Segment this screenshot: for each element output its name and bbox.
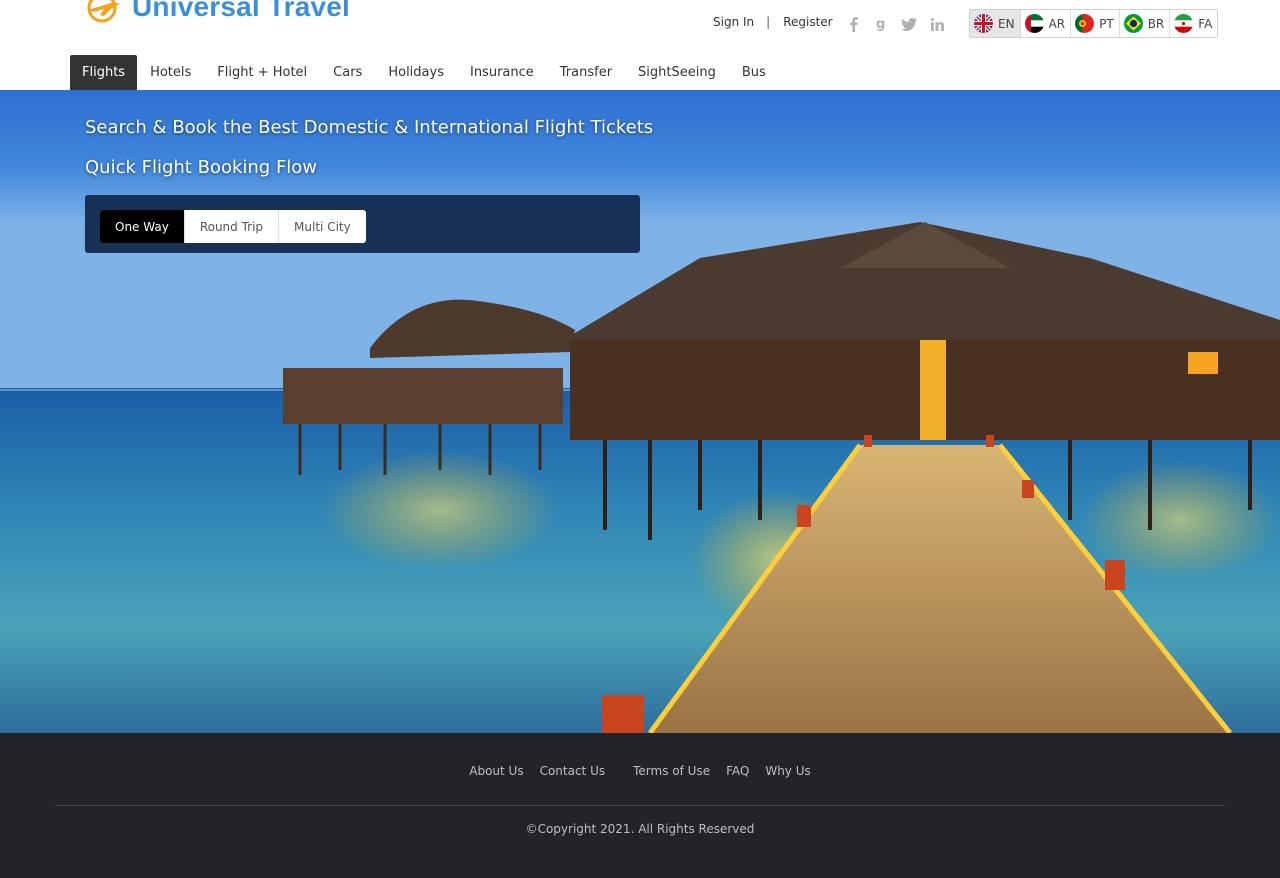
hero-banner: Search & Book the Best Domestic & Intern… (0, 90, 1280, 733)
language-option-fa[interactable]: FA (1170, 10, 1217, 37)
language-option-br[interactable]: BR (1120, 10, 1171, 37)
register-link[interactable]: Register (783, 15, 832, 29)
footer-links: About Us Contact Us Terms of Use FAQ Why… (0, 764, 1280, 778)
nav-item-hotels[interactable]: Hotels (137, 55, 204, 90)
language-code: BR (1147, 16, 1165, 31)
hero-title: Search & Book the Best Domestic & Intern… (85, 117, 654, 138)
auth-separator: | (766, 15, 771, 29)
twitter-icon[interactable] (901, 16, 917, 32)
auth-links: Sign In | Register (713, 15, 833, 29)
tab-one-way[interactable]: One Way (100, 210, 185, 243)
iran-flag-icon (1174, 14, 1194, 33)
language-option-en[interactable]: EN (970, 10, 1021, 37)
facebook-icon[interactable] (845, 16, 861, 32)
footer-link-why-us[interactable]: Why Us (765, 764, 810, 778)
nav-item-holidays[interactable]: Holidays (375, 55, 457, 90)
nav-item-insurance[interactable]: Insurance (457, 55, 547, 90)
brand-name: Universal Travel (132, 0, 350, 22)
language-option-ar[interactable]: AR (1021, 10, 1072, 37)
hero-background-image (0, 90, 1280, 733)
footer-link-faq[interactable]: FAQ (726, 764, 749, 778)
uae-flag-icon (1024, 14, 1044, 33)
nav-item-flights[interactable]: Flights (70, 55, 138, 90)
language-code: EN (998, 16, 1015, 31)
site-footer: About Us Contact Us Terms of Use FAQ Why… (0, 733, 1280, 878)
social-links: g (845, 16, 945, 32)
footer-link-terms-of-use[interactable]: Terms of Use (633, 764, 710, 778)
footer-link-about-us[interactable]: About Us (469, 764, 523, 778)
google-icon[interactable]: g (873, 16, 889, 32)
footer-link-contact-us[interactable]: Contact Us (540, 764, 606, 778)
plane-logo-icon (84, 0, 124, 24)
sign-in-link[interactable]: Sign In (713, 15, 754, 29)
brazil-flag-icon (1123, 14, 1143, 33)
footer-divider (55, 805, 1225, 806)
site-header: Universal Travel Sign In | Register g EN (0, 0, 1280, 90)
trip-type-tabs: One Way Round Trip Multi City (100, 210, 366, 243)
nav-item-cars[interactable]: Cars (320, 55, 375, 90)
main-nav: Flights Hotels Flight + Hotel Cars Holid… (70, 55, 779, 90)
language-option-pt[interactable]: PT (1071, 10, 1120, 37)
uk-flag-icon (974, 14, 993, 33)
site-logo[interactable]: Universal Travel (84, 0, 350, 24)
language-selector: EN AR PT BR FA (969, 9, 1219, 38)
tab-round-trip[interactable]: Round Trip (185, 210, 280, 243)
svg-text:g: g (876, 17, 885, 32)
tab-multi-city[interactable]: Multi City (279, 210, 366, 243)
linkedin-icon[interactable] (929, 16, 945, 32)
language-code: FA (1198, 16, 1213, 31)
hero-subtitle: Quick Flight Booking Flow (85, 157, 318, 178)
language-code: AR (1048, 16, 1066, 31)
copyright-text: ©Copyright 2021. All Rights Reserved (525, 822, 755, 836)
nav-item-bus[interactable]: Bus (729, 55, 779, 90)
portugal-flag-icon (1075, 14, 1095, 33)
nav-item-sightseeing[interactable]: SightSeeing (625, 55, 729, 90)
flight-search-box: One Way Round Trip Multi City (85, 195, 640, 253)
language-code: PT (1099, 16, 1114, 31)
nav-item-transfer[interactable]: Transfer (547, 55, 625, 90)
nav-item-flight-hotel[interactable]: Flight + Hotel (204, 55, 320, 90)
